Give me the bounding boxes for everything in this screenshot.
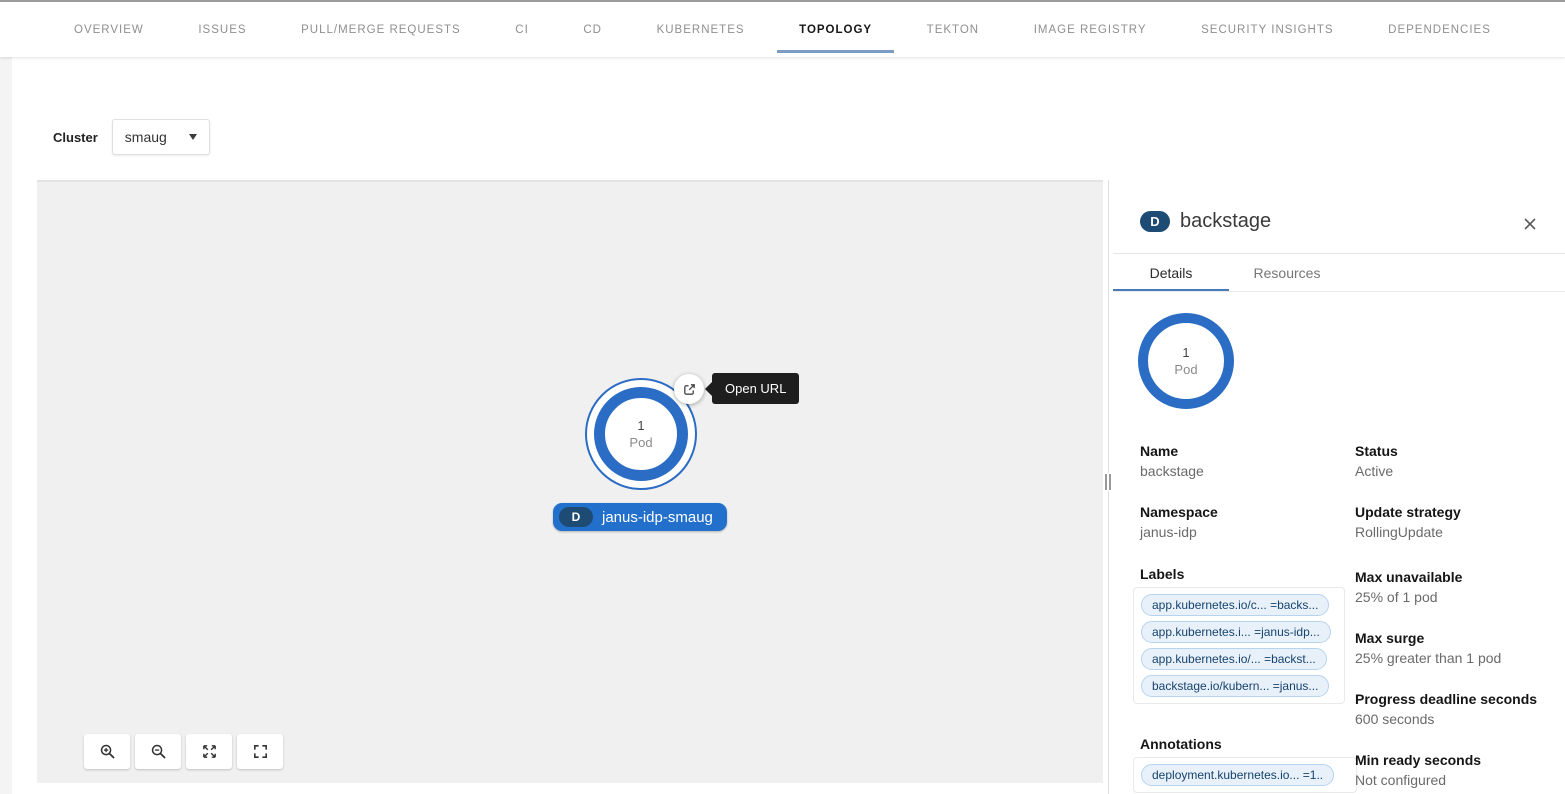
node-label-pill[interactable]: D janus-idp-smaug [553, 503, 727, 531]
tab-image-registry[interactable]: IMAGE REGISTRY [1012, 2, 1169, 57]
namespace-value: janus-idp [1140, 524, 1197, 540]
panel-resize-gutter [1103, 180, 1113, 794]
fit-to-screen-button[interactable] [186, 734, 232, 769]
zoom-in-button[interactable] [84, 734, 130, 769]
max-surge-value: 25% greater than 1 pod [1355, 650, 1501, 666]
zoom-out-icon [150, 743, 167, 760]
tooltip-text: Open URL [725, 381, 786, 396]
labels-chip-group: app.kubernetes.io/c... =backs... app.kub… [1133, 587, 1345, 704]
zoom-out-button[interactable] [135, 734, 181, 769]
panel-tabs: Details Resources [1113, 254, 1345, 292]
tab-ci[interactable]: CI [493, 2, 551, 57]
topology-card: Cluster smaug 1 Pod Open URL [12, 57, 1565, 794]
close-panel-button[interactable] [1520, 214, 1540, 234]
node-name: janus-idp-smaug [602, 509, 713, 526]
tab-pull-merge-requests[interactable]: PULL/MERGE REQUESTS [279, 2, 483, 57]
pod-count: 1 [1182, 344, 1189, 361]
status-label: Status [1355, 443, 1398, 459]
page-gutter-left [0, 57, 12, 794]
fullscreen-icon [252, 743, 269, 760]
status-value: Active [1355, 463, 1393, 479]
pod-count: 1 [637, 417, 644, 434]
canvas-toolbar [84, 734, 283, 769]
annotations-chip-group: deployment.kubernetes.io... =1.. [1133, 757, 1357, 793]
labels-label: Labels [1140, 566, 1184, 582]
label-chip: app.kubernetes.io/c... =backs... [1141, 594, 1329, 616]
label-chip: app.kubernetes.io/... =backst... [1141, 648, 1327, 670]
annotation-chip: deployment.kubernetes.io... =1.. [1141, 764, 1334, 786]
deployment-kind-badge: D [1140, 211, 1170, 232]
panel-resize-handle[interactable] [1104, 473, 1112, 491]
progress-deadline-value: 600 seconds [1355, 711, 1434, 727]
pod-donut-text: 1 Pod [1148, 323, 1224, 399]
topology-canvas[interactable]: 1 Pod Open URL D janus-idp-smaug [37, 180, 1103, 783]
tab-dependencies[interactable]: DEPENDENCIES [1366, 2, 1513, 57]
tab-cd[interactable]: CD [561, 2, 624, 57]
chevron-down-icon [189, 134, 197, 140]
external-link-icon [682, 382, 697, 397]
close-icon [1523, 217, 1537, 231]
open-url-tooltip: Open URL [712, 373, 799, 404]
cluster-selector-row: Cluster smaug [53, 119, 210, 155]
panel-tab-details[interactable]: Details [1113, 254, 1229, 292]
name-value: backstage [1140, 463, 1204, 479]
panel-header: D backstage [1140, 210, 1271, 233]
cluster-select[interactable]: smaug [112, 119, 210, 155]
max-surge-label: Max surge [1355, 630, 1424, 646]
fit-to-screen-icon [201, 743, 218, 760]
entity-tab-bar: OVERVIEW ISSUES PULL/MERGE REQUESTS CI C… [0, 0, 1565, 57]
zoom-in-icon [99, 743, 116, 760]
max-unavailable-value: 25% of 1 pod [1355, 589, 1438, 605]
tab-security-insights[interactable]: SECURITY INSIGHTS [1179, 2, 1355, 57]
panel-title: backstage [1180, 210, 1271, 233]
pod-donut: 1 Pod [1138, 313, 1234, 409]
name-label: Name [1140, 443, 1178, 459]
tab-kubernetes[interactable]: KUBERNETES [635, 2, 767, 57]
divider [1113, 291, 1565, 292]
update-strategy-label: Update strategy [1355, 504, 1461, 520]
panel-tab-resources[interactable]: Resources [1229, 254, 1345, 292]
pod-unit: Pod [1174, 361, 1197, 378]
min-ready-value: Not configured [1355, 772, 1446, 788]
annotations-label: Annotations [1140, 736, 1222, 752]
tab-tekton[interactable]: TEKTON [905, 2, 1001, 57]
tab-issues[interactable]: ISSUES [176, 2, 268, 57]
cluster-label: Cluster [53, 130, 98, 145]
tab-overview[interactable]: OVERVIEW [52, 2, 166, 57]
cluster-select-value: smaug [125, 129, 167, 145]
namespace-label: Namespace [1140, 504, 1218, 520]
open-url-decorator[interactable] [674, 374, 704, 404]
label-chip: backstage.io/kubern... =janus... [1141, 675, 1329, 697]
progress-deadline-label: Progress deadline seconds [1355, 691, 1537, 707]
max-unavailable-label: Max unavailable [1355, 569, 1462, 585]
label-chip: app.kubernetes.i... =janus-idp... [1141, 621, 1331, 643]
tab-topology[interactable]: TOPOLOGY [777, 2, 894, 57]
deployment-kind-badge: D [559, 507, 593, 527]
fullscreen-button[interactable] [237, 734, 283, 769]
details-side-panel: D backstage Details Resources 1 Pod Name… [1113, 180, 1565, 794]
pod-unit: Pod [629, 434, 652, 451]
update-strategy-value: RollingUpdate [1355, 524, 1443, 540]
min-ready-label: Min ready seconds [1355, 752, 1481, 768]
